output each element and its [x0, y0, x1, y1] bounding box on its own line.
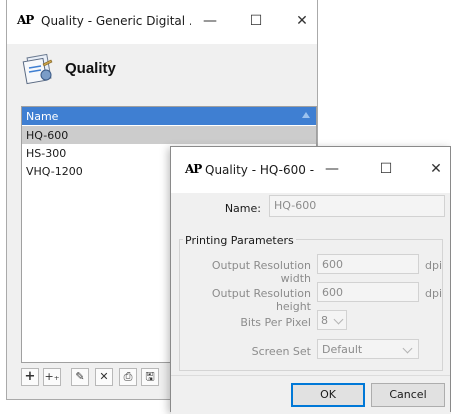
dialog-titlebar[interactable]: AP Quality - HQ-600 - ... — ☐ ✕: [171, 147, 450, 193]
list-column-header-name[interactable]: Name: [22, 107, 316, 125]
ok-button[interactable]: OK: [291, 383, 365, 407]
add-multiple-button[interactable]: +₊: [43, 368, 61, 386]
output-resolution-height-field[interactable]: 600: [317, 282, 419, 302]
screen-set-select[interactable]: Default: [317, 339, 419, 359]
main-window-title: Quality - Generic Digital ...: [41, 14, 191, 28]
output-resolution-width-field[interactable]: 600: [317, 254, 419, 274]
add-button[interactable]: +: [21, 368, 39, 386]
bits-per-pixel-label: Bits Per Pixel: [240, 316, 311, 329]
screen-set-label: Screen Set: [251, 345, 311, 358]
minimize-button[interactable]: —: [317, 159, 347, 179]
quality-edit-dialog: AP Quality - HQ-600 - ... — ☐ ✕ Name: HQ…: [170, 146, 451, 414]
column-header-label: Name: [26, 110, 59, 123]
group-title: Printing Parameters: [183, 234, 296, 247]
dialog-footer: OK Cancel: [171, 375, 450, 414]
cancel-button[interactable]: Cancel: [371, 383, 445, 407]
import-button[interactable]: ⎙: [119, 368, 137, 386]
list-item-label: HQ-600: [26, 129, 69, 142]
name-label: Name:: [224, 202, 261, 215]
save-button[interactable]: 🖫: [141, 368, 159, 386]
app-logo-icon: AP: [17, 13, 34, 27]
dialog-title: Quality - HQ-600 - ...: [205, 163, 315, 177]
close-button[interactable]: ✕: [421, 159, 451, 179]
name-field[interactable]: HQ-600: [269, 195, 445, 217]
app-logo-icon: AP: [185, 162, 202, 176]
sort-ascending-icon: [302, 112, 310, 118]
maximize-button[interactable]: ☐: [241, 11, 271, 31]
dpi-unit-label: dpi: [425, 259, 443, 272]
delete-button[interactable]: ✕: [95, 368, 113, 386]
screen-set-value: Default: [322, 343, 363, 356]
list-item-label: HS-300: [26, 147, 67, 160]
page-title: Quality: [65, 60, 116, 77]
quality-settings-icon: [22, 53, 53, 85]
close-button[interactable]: ✕: [287, 11, 317, 31]
output-resolution-width-label: Output Resolution width: [211, 259, 311, 285]
minimize-button[interactable]: —: [195, 11, 225, 31]
chevron-down-icon: [333, 314, 344, 325]
list-item[interactable]: HQ-600: [22, 126, 316, 144]
list-item-label: VHQ-1200: [26, 165, 83, 178]
output-resolution-height-label: Output Resolution height: [211, 287, 311, 313]
dpi-unit-label: dpi: [425, 287, 443, 300]
bits-per-pixel-value: 8: [321, 314, 328, 327]
maximize-button[interactable]: ☐: [371, 159, 401, 179]
header-band: Quality: [7, 44, 317, 102]
bits-per-pixel-select[interactable]: 8: [317, 310, 347, 330]
edit-button[interactable]: ✎: [71, 368, 89, 386]
chevron-down-icon: [402, 343, 413, 354]
main-titlebar[interactable]: AP Quality - Generic Digital ... — ☐ ✕: [7, 0, 317, 44]
